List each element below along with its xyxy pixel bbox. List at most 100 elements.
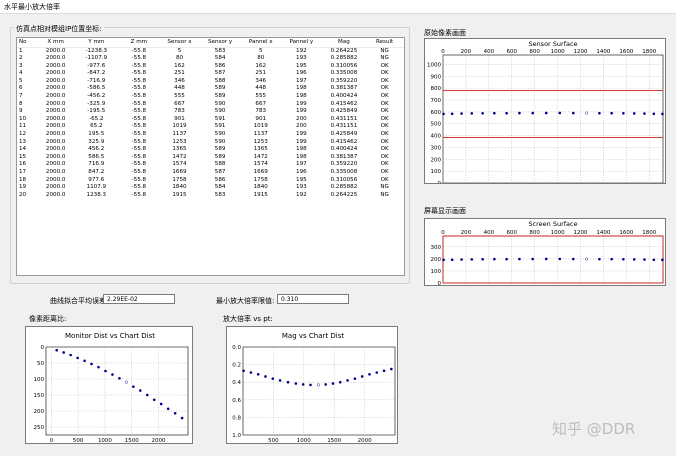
y-tick-label: 300 [431,245,442,251]
table-cell: 2000.0 [45,77,66,84]
chart-title: Screen Surface [528,220,577,228]
data-point [622,257,625,261]
data-point [481,112,484,115]
table-row[interactable]: 20 2000.0 1238.3 -55.8 1915 583 1915 192 0.26422… [17,192,404,200]
table-row[interactable]: 6 2000.0 -586.5 -55.8 448 589 448 198 0.381387 OK [17,85,404,93]
coordinate-table[interactable]: No X mm Y mm Z mm Sensor x Sensor y Pannel x Pa… [16,37,405,276]
fit-error-field[interactable]: 2.29EE-02 [103,294,175,304]
data-point [450,112,454,116]
table-row[interactable]: 17 2000.0 847.2 -55.8 1669 587 1669 196 0.335008… [17,169,404,177]
table-cell: 19 [19,184,27,191]
table-row[interactable]: 4 2000.0 -847.2 -55.8 251 587 251 196 0.335008 OK [17,70,404,78]
table-cell: -847.2 [87,70,106,77]
data-point [55,348,59,352]
table-row[interactable]: 13 2000.0 325.9 -55.8 1253 590 1253 199 0.415462… [17,139,404,147]
column-header[interactable]: Result [365,38,404,48]
data-point [180,416,184,420]
table-row[interactable]: 10 2000.0 -65.2 -55.8 901 591 901 200 0.431151 OK [17,116,404,124]
column-header[interactable]: Y mm [75,38,118,48]
table-cell: 0.381387 [330,85,358,92]
window-title-bar: 水平最小放大倍率 [0,0,676,14]
data-point [571,111,575,115]
table-cell: -55.8 [131,153,147,160]
table-row[interactable]: 18 2000.0 977.6 -55.8 1758 586 1758 195 0.310056… [17,177,404,185]
table-cell: 196 [296,70,307,77]
table-row[interactable]: 1 2000.0 -1238.3 -55.8 5 583 5 192 0.264225 NG [17,47,404,55]
window-title: 水平最小放大倍率 [4,3,60,11]
table-cell: 196 [296,169,307,175]
y-tick-label: 800 [431,86,442,92]
table-cell: 901 [255,115,267,122]
x-tick-label: 500 [73,438,84,444]
column-header[interactable]: Pannel y [280,38,323,48]
table-cell: 2000.0 [45,62,66,69]
column-header[interactable]: Mag [322,38,366,48]
table-cell: 448 [255,85,267,92]
table-row[interactable]: 8 2000.0 -325.9 -55.8 667 590 667 199 0.415462 OK [17,101,404,109]
data-point [353,377,357,380]
table-cell: 1574 [172,161,187,168]
plot-area [442,54,664,183]
column-header[interactable]: Sensor x [160,38,199,48]
y-tick-label: 1000 [427,62,441,68]
table-cell: 0.310056 [330,176,358,183]
table-cell: 977.6 [88,176,105,183]
min-mag-field[interactable]: 0.310 [277,294,349,304]
table-row[interactable]: 3 2000.0 -977.6 -55.8 162 586 162 195 0.310056 OK [17,63,404,71]
table-cell: 1472 [172,153,187,160]
table-cell: OK [380,85,389,92]
table-row[interactable]: 12 2000.0 195.5 -55.8 1137 590 1137 199 0.425849… [17,131,404,139]
table-cell: 2000.0 [45,131,66,138]
column-header[interactable]: Z mm [117,38,161,48]
table-row[interactable]: 2 2000.0 -1107.9 -55.8 80 584 80 193 0.285882 NG [17,55,404,63]
data-point [544,257,548,261]
table-cell: OK [380,62,389,69]
table-cell: OK [380,138,389,145]
table-row[interactable]: 19 2000.0 1107.9 -55.8 1840 584 1840 193 0.28588… [17,184,404,192]
table-cell: 590 [214,100,226,107]
table-cell: -325.9 [87,100,106,107]
table-row[interactable]: 5 2000.0 -716.9 -55.8 346 588 346 197 0.359220 OK [17,78,404,86]
table-cell: 588 [214,161,226,168]
table-cell: 1669 [253,169,268,175]
table-cell: 5 [177,47,182,54]
table-cell: 590 [214,138,226,145]
table-cell: 591 [214,123,226,130]
table-cell: OK [380,169,389,175]
table-row[interactable]: 14 2000.0 456.2 -55.8 1365 589 1365 198 0.400424… [17,146,404,154]
column-header[interactable]: X mm [36,38,76,48]
data-point [544,111,548,115]
table-cell: -55.8 [131,161,147,168]
table-cell: 0.335008 [330,169,358,175]
table-row[interactable]: 16 2000.0 716.9 -55.8 1574 588 1574 197 0.359220… [17,161,404,169]
table-cell: -55.8 [131,85,147,92]
table-cell: 2000.0 [45,138,66,145]
table-row[interactable]: 15 2000.0 586.5 -55.8 1472 589 1472 198 0.381387… [17,154,404,162]
column-header[interactable]: Sensor y [198,38,242,48]
table-cell: 12 [19,131,27,138]
table-row[interactable]: 11 2000.0 65.2 -55.8 1019 591 1019 200 0.431151 O… [17,123,404,131]
table-cell: -55.8 [131,47,147,54]
table-cell: 586 [214,62,226,69]
data-point [558,257,562,261]
table-cell: 346 [174,77,185,84]
table-cell: 5 [19,77,23,84]
table-cell: 197 [296,161,307,168]
column-header[interactable]: Pannel x [241,38,281,48]
table-cell: 0.310056 [330,62,358,69]
table-cell: 783 [255,108,267,115]
data-point [598,111,601,115]
column-header[interactable]: No [17,38,37,48]
table-row[interactable]: 9 2000.0 -195.5 -55.8 783 590 783 199 0.425849 OK [17,108,404,116]
table-cell: 2000.0 [45,70,66,77]
table-cell: 2000.0 [45,169,66,175]
table-cell: -55.8 [131,131,147,138]
table-cell: 716.9 [88,161,105,168]
table-row[interactable]: 7 2000.0 -456.2 -55.8 555 589 555 198 0.400424 OK [17,93,404,101]
data-point [622,112,625,115]
table-cell: 346 [255,77,267,84]
table-cell: 1915 [253,191,268,198]
table-cell: 588 [214,77,226,84]
data-point [271,377,275,380]
table-cell: NG [380,184,389,191]
